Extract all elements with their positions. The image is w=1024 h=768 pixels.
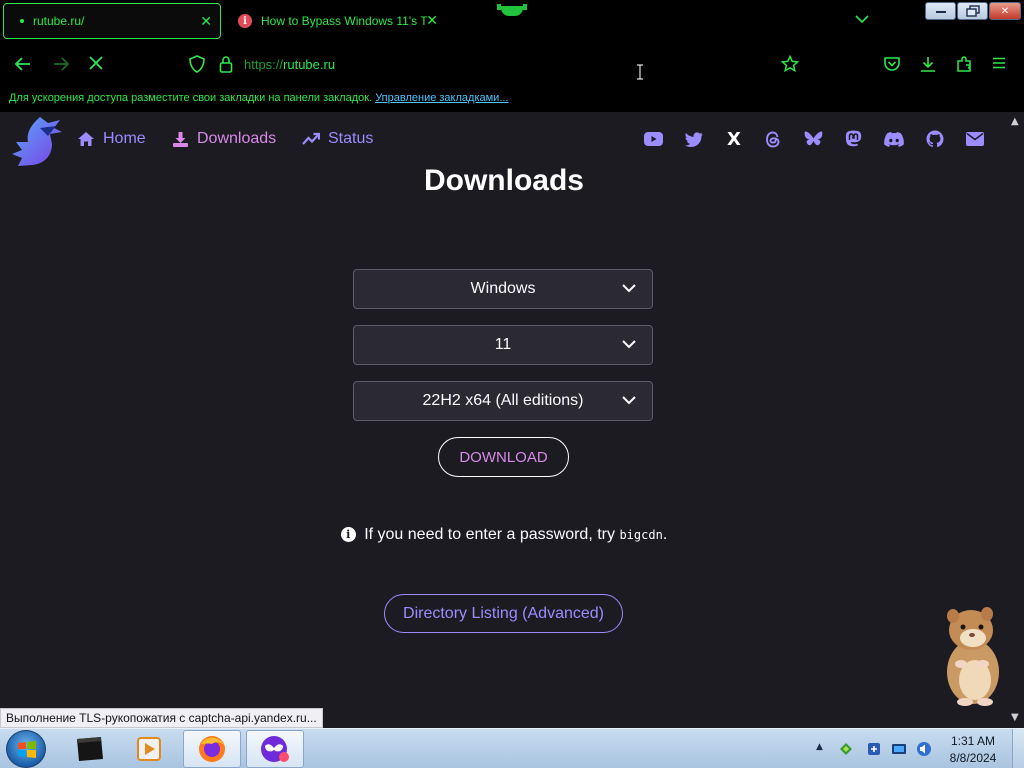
forward-arrow-icon[interactable] [52, 55, 70, 73]
firefox-icon [199, 736, 225, 762]
nav-home[interactable]: Home [77, 130, 146, 148]
restore-button[interactable] [957, 2, 988, 20]
bookmarks-hint: Для ускорения доступа разместите свои за… [9, 92, 373, 104]
tab-title: rutube.ru/ [33, 14, 85, 28]
loading-dot-icon [20, 19, 24, 23]
download-button[interactable]: DOWNLOAD [438, 437, 569, 477]
github-icon[interactable] [925, 129, 945, 149]
close-tab-icon[interactable]: ✕ [426, 12, 438, 29]
mask-app-icon [261, 736, 289, 762]
system-clock[interactable]: 1:31 AM 8/8/2024 [938, 733, 1008, 767]
info-circle-icon: i [340, 527, 356, 542]
windows-taskbar: ▲ 1:31 AM 8/8/2024 [0, 728, 1024, 768]
close-tab-icon[interactable]: ✕ [200, 13, 212, 30]
os-select[interactable]: Windows [353, 269, 653, 309]
tab-bypass-windows[interactable]: i How to Bypass Windows 11's T ✕ [232, 3, 442, 39]
start-button[interactable] [6, 730, 46, 768]
taskbar-firefox[interactable] [183, 730, 241, 768]
x-icon[interactable]: X [724, 129, 744, 150]
clock-date: 8/8/2024 [949, 751, 997, 765]
mail-icon[interactable] [965, 129, 985, 149]
taskbar-app-mask[interactable] [246, 730, 304, 768]
clock-time: 1:31 AM [950, 734, 996, 748]
tab-title: How to Bypass Windows 11's T [261, 14, 428, 28]
list-tabs-chevron-icon[interactable] [855, 12, 869, 28]
tray-volume-icon[interactable] [916, 741, 932, 757]
hint-password: bigcdn [619, 528, 663, 542]
hamster-mascot-icon [947, 607, 999, 706]
windows-logo-icon [18, 741, 36, 758]
scroll-up-icon[interactable]: ▲ [1011, 116, 1019, 127]
version-select-value: 11 [494, 336, 512, 353]
download-icon [172, 131, 189, 148]
tray-green-app-icon[interactable] [838, 741, 854, 757]
password-hint: i If you need to enter a password, try b… [0, 526, 1008, 544]
minimize-button[interactable] [925, 2, 956, 20]
page-scrollbar[interactable]: ▲ ▼ [1008, 112, 1024, 728]
close-window-button[interactable]: ✕ [989, 2, 1021, 20]
back-arrow-icon[interactable] [14, 55, 32, 73]
bookmark-star-icon[interactable] [781, 55, 799, 73]
threads-icon[interactable] [763, 129, 783, 149]
home-icon [77, 131, 95, 147]
hint-period: . [662, 526, 668, 543]
info-favicon-icon: i [238, 14, 252, 28]
edition-select[interactable]: 22H2 x64 (All editions) [353, 381, 653, 421]
hamburger-menu-icon[interactable] [991, 55, 1007, 71]
directory-listing-button[interactable]: Directory Listing (Advanced) [384, 594, 623, 633]
chevron-down-icon [622, 396, 636, 405]
taskbar-media-player[interactable] [120, 730, 178, 768]
edition-select-value: 22H2 x64 (All editions) [422, 392, 584, 409]
hint-text: If you need to enter a password, try [364, 526, 615, 543]
nav-downloads-label: Downloads [197, 130, 277, 147]
chevron-down-icon [622, 284, 636, 293]
twitter-icon[interactable] [684, 129, 704, 149]
page-title: Downloads [423, 164, 584, 197]
mastodon-icon[interactable] [843, 129, 863, 149]
navigation-toolbar: https://rutube.ru [0, 44, 1024, 86]
manage-bookmarks-link[interactable]: Управление закладками... [375, 92, 508, 104]
lock-icon[interactable] [219, 55, 233, 73]
downloads-arrow-icon[interactable] [919, 55, 937, 73]
tray-network-icon[interactable] [891, 741, 907, 757]
discord-icon[interactable] [884, 129, 904, 149]
terminal-icon [77, 737, 103, 761]
show-desktop-button[interactable] [1012, 729, 1024, 768]
os-select-value: Windows [470, 280, 536, 297]
tracking-shield-icon[interactable] [189, 55, 205, 73]
nav-downloads[interactable]: Downloads [172, 130, 276, 148]
url-host: rutube.ru [283, 57, 336, 72]
text-cursor-icon [637, 64, 643, 80]
extensions-puzzle-icon[interactable] [955, 55, 973, 73]
theme-decoration-icon [497, 4, 527, 18]
tab-bar: rutube.ru/ ✕ i How to Bypass Windows 11'… [0, 0, 1024, 44]
show-hidden-icons-arrow-icon[interactable]: ▲ [816, 742, 823, 752]
scroll-down-icon[interactable]: ▼ [1011, 712, 1019, 723]
page-content: Home Downloads Status X Downloads Window… [0, 112, 1008, 728]
tray-sync-icon[interactable] [866, 741, 882, 757]
nav-home-label: Home [103, 130, 146, 147]
pocket-icon[interactable] [883, 55, 901, 73]
chevron-down-icon [622, 340, 636, 349]
address-bar[interactable]: https://rutube.ru [244, 57, 335, 72]
tab-rutube[interactable]: rutube.ru/ ✕ [3, 3, 221, 39]
bluesky-icon[interactable] [803, 129, 823, 149]
loading-status-bar: Выполнение TLS-рукопожатия с captcha-api… [0, 708, 323, 728]
youtube-icon[interactable] [643, 129, 663, 149]
taskbar-terminal[interactable] [60, 730, 118, 768]
media-player-icon [137, 737, 161, 761]
site-logo-icon[interactable] [10, 114, 66, 168]
version-select[interactable]: 11 [353, 325, 653, 365]
trend-up-icon [302, 132, 320, 146]
nav-status-label: Status [328, 130, 374, 147]
stop-loading-icon[interactable] [88, 55, 104, 71]
url-protocol: https:// [244, 57, 284, 72]
bookmarks-toolbar: Для ускорения доступа разместите свои за… [0, 86, 1024, 112]
nav-status[interactable]: Status [302, 130, 373, 148]
